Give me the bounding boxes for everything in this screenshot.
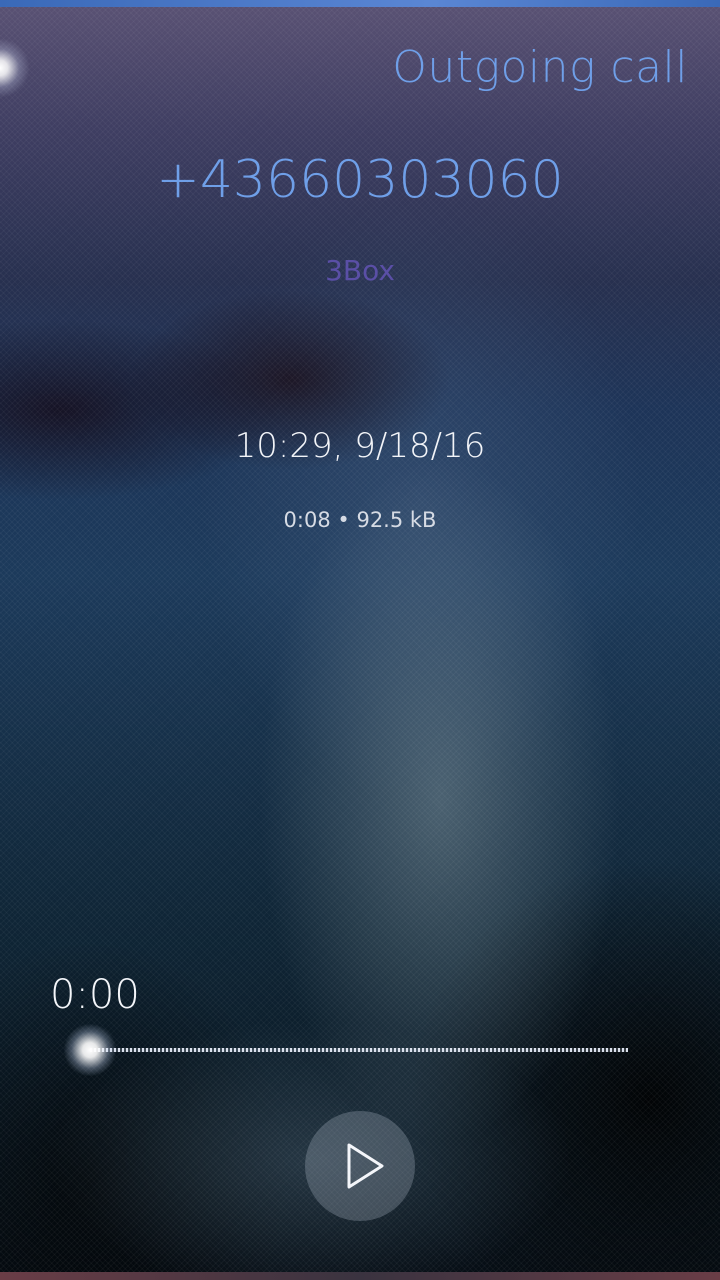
elapsed-time: 0:00: [50, 972, 140, 1018]
recording-size: 92.5 kB: [356, 508, 437, 532]
slider-handle[interactable]: [64, 1024, 116, 1076]
slider-track[interactable]: [90, 1048, 628, 1052]
carrier-label: 3Box: [325, 254, 395, 287]
play-icon: [347, 1143, 384, 1189]
play-button[interactable]: [305, 1111, 415, 1221]
call-recording-screen: Outgoing call +43660303060 3Box 10:29, 9…: [0, 0, 720, 1280]
top-accent-bar: [0, 0, 720, 7]
page-title: Outgoing call: [392, 42, 688, 93]
pulley-menu-indicator[interactable]: [0, 38, 30, 98]
recording-duration: 0:08: [283, 508, 331, 532]
bottom-accent-bar: [0, 1272, 720, 1280]
playback-slider[interactable]: [60, 1020, 640, 1080]
meta-separator: •: [337, 508, 350, 532]
caller-number: +43660303060: [156, 150, 564, 210]
call-datetime: 10:29, 9/18/16: [234, 426, 486, 466]
recording-meta: 0:08 • 92.5 kB: [0, 508, 720, 532]
